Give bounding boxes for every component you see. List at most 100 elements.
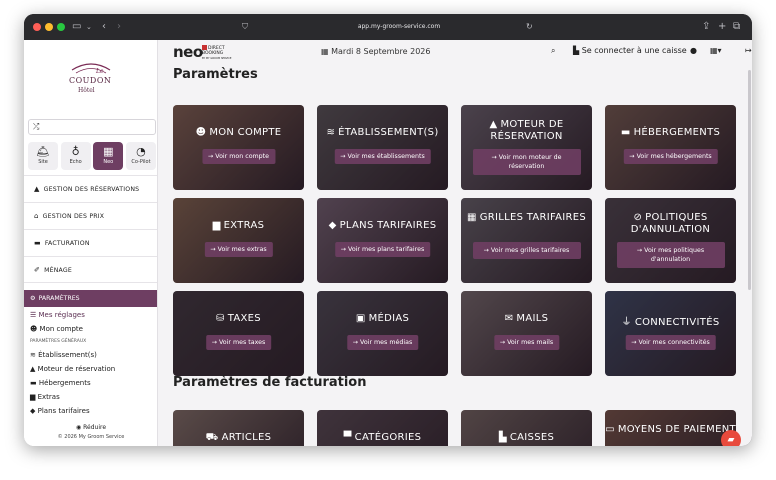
sub-item-hebergements[interactable]: ▬ Hébergements [30, 378, 91, 388]
sub-item-label: Hébergements [38, 379, 91, 387]
settings-card[interactable]: ⏚ Connectivités → Voir mes connectivités [605, 291, 736, 376]
settings-card[interactable]: ▀Catégories→ Voir mes catégories [317, 410, 448, 446]
nav-prix[interactable]: ⌂ Gestion des prix [24, 202, 157, 229]
card-link-button[interactable]: → Voir mon moteur de réservation [472, 149, 581, 175]
settings-card[interactable]: ▬ Hébergements → Voir mes hébergements [605, 105, 736, 190]
neo-logo[interactable]: neo [173, 43, 203, 61]
settings-card[interactable]: ▣ Médias → Voir mes médias [317, 291, 448, 376]
tag-icon: ◆ [30, 407, 38, 415]
list-icon: ☰ [30, 311, 39, 319]
card-title: ≋ Établissement(s) [317, 127, 448, 138]
card-link-button[interactable]: → Voir mes extras [204, 242, 273, 257]
settings-card[interactable]: ⊘ Politiques d'annulation → Voir mes polit… [605, 198, 736, 283]
general-settings-header: Paramètres généraux [30, 339, 87, 344]
search-icon[interactable]: ⌕ [551, 46, 555, 56]
app-tile-echo[interactable]: ♁ Echo [60, 142, 91, 170]
sliders-icon: ≋ [326, 127, 336, 138]
app-tile-site[interactable]: 🛎 Site [28, 142, 58, 170]
brand-badge-3: BY MY GROOM SERVICE [202, 57, 232, 60]
sidebar-search[interactable]: ⤮ [28, 119, 156, 135]
help-icon[interactable]: ● [690, 46, 697, 55]
share-icon[interactable]: ⇪ [702, 19, 710, 35]
card-link-button[interactable]: → Voir mes hébergements [623, 149, 718, 164]
back-icon[interactable]: ‹ [102, 19, 106, 35]
card-link-button[interactable]: → Voir mes mails [493, 335, 560, 350]
tabs-overview-icon[interactable]: ⧉ [733, 19, 740, 35]
settings-card[interactable]: ▭Moyens de paiement→ Voir mes moyens de … [605, 410, 736, 446]
grid-icon: ▦ [103, 145, 114, 158]
register-icon: ▙ [498, 432, 507, 443]
bell-icon: ▲ [34, 185, 40, 193]
sub-item-mes-reglages[interactable]: ☰ Mes réglages [30, 310, 85, 320]
card-link-button[interactable]: → Voir mes grilles tarifaires [472, 242, 581, 259]
scrollbar[interactable] [748, 70, 751, 290]
app-tile-copilot[interactable]: ◔ Co-Pilot [125, 142, 156, 170]
search-input[interactable] [45, 121, 153, 133]
maximize-window-button[interactable] [57, 23, 65, 31]
app-tile-neo[interactable]: ▦ Neo [93, 142, 124, 170]
chevron-down-icon[interactable]: ⌄ [86, 19, 92, 35]
card-title-text: Connectivités [634, 317, 720, 328]
nav-menage[interactable]: ✐ Ménage [24, 256, 157, 283]
settings-card[interactable]: ▆ Extras → Voir mes extras [173, 198, 304, 283]
settings-card[interactable]: ≋ Établissement(s) → Voir mes établissemen… [317, 105, 448, 190]
card-title: ▣ Médias [317, 313, 448, 324]
nav-label: Gestion des réservations [43, 186, 140, 193]
photo-icon: ▣ [355, 313, 366, 324]
nav-reservations[interactable]: ▲ Gestion des réservations [24, 175, 157, 202]
logo-text-name: COUDON [69, 76, 112, 85]
card-overlay [317, 105, 448, 190]
forward-icon[interactable]: › [117, 19, 121, 35]
card-link-button[interactable]: → Voir mes plans tarifaires [334, 242, 431, 257]
settings-card[interactable]: ◆ Plans tarifaires → Voir mes plans tarifa… [317, 198, 448, 283]
card-link-button[interactable]: → Voir mes établissements [334, 149, 431, 164]
hotel-logo[interactable]: Le COUDON Hôtel [58, 56, 124, 106]
card-title: ▀ Catégories [317, 432, 448, 443]
logout-icon[interactable]: ↦ [745, 46, 752, 55]
card-title: ⛁ Taxes [173, 313, 304, 324]
reduce-button[interactable]: ◉ Réduire [24, 424, 157, 431]
sub-item-moteur[interactable]: ▲ Moteur de réservation [30, 364, 115, 374]
card-link-button[interactable]: → Voir mon compte [201, 149, 276, 164]
card-title-text: Plans tarifaires [339, 220, 437, 231]
app-tile-label: Site [38, 159, 48, 165]
sub-item-mon-compte[interactable]: ☻ Mon compte [30, 324, 83, 334]
sub-item-plans-tarifaires[interactable]: ◆ Plans tarifaires [30, 406, 90, 416]
settings-card[interactable]: ▦ Grilles tarifaires → Voir mes grilles ta… [461, 198, 592, 283]
address-bar[interactable]: app.my-groom-service.com [284, 20, 514, 34]
card-title-text: Hébergements [633, 127, 721, 138]
register-link[interactable]: ▙ Se connecter à une caisse [573, 46, 687, 55]
card-overlay [605, 105, 736, 190]
sidebar-toggle-icon[interactable]: ▭ [72, 19, 81, 35]
neo-logo-sub: DIRECT BOOKING BY MY GROOM SERVICE [202, 45, 232, 61]
card-link-button[interactable]: → Voir mes taxes [205, 335, 272, 350]
sidebar: Le COUDON Hôtel ⤮ 🛎 Site ♁ Echo ▦ Neo ◔ … [24, 40, 158, 446]
settings-card[interactable]: ✉ Mails → Voir mes mails [461, 291, 592, 376]
chat-button[interactable]: ▰ [721, 430, 741, 446]
card-title-text: Caisses [509, 432, 555, 443]
close-window-button[interactable] [33, 23, 41, 31]
card-overlay [605, 291, 736, 376]
shuffle-icon[interactable]: ⤮ [33, 122, 39, 132]
minimize-window-button[interactable] [45, 23, 53, 31]
settings-card[interactable]: ⛁ Taxes → Voir mes taxes [173, 291, 304, 376]
dashboard-icon: ◔ [136, 145, 146, 158]
settings-card[interactable]: ▲ Moteur de réservation → Voir mon moteur … [461, 105, 592, 190]
card-link-button[interactable]: → Voir mes médias [346, 335, 419, 350]
card-link-button[interactable]: → Voir mes politiques d'annulation [616, 242, 725, 268]
reload-icon[interactable]: ↻ [526, 19, 533, 35]
settings-card[interactable]: ⛟Articles→ Voir mes articles [173, 410, 304, 446]
sub-item-etablissements[interactable]: ≋ Établissement(s) [30, 350, 97, 360]
new-tab-icon[interactable]: + [718, 19, 726, 35]
sub-item-label: Moteur de réservation [37, 365, 116, 373]
card-overlay [317, 198, 448, 283]
card-link-button[interactable]: → Voir mes connectivités [625, 335, 716, 350]
sub-item-extras[interactable]: ▆ Extras [30, 392, 60, 402]
billing-section-title: Paramètres de facturation [173, 375, 367, 390]
card-title: ▭ Moyens de paiement [605, 424, 736, 436]
settings-card[interactable]: ▙Caisses→ Voir mes caisses [461, 410, 592, 446]
nav-parametres[interactable]: ⚙ Paramètres [24, 290, 157, 307]
nav-facturation[interactable]: ▬ Facturation [24, 229, 157, 256]
settings-card[interactable]: ☻ Mon compte → Voir mon compte [173, 105, 304, 190]
language-selector[interactable]: ▦▾ [710, 46, 722, 55]
